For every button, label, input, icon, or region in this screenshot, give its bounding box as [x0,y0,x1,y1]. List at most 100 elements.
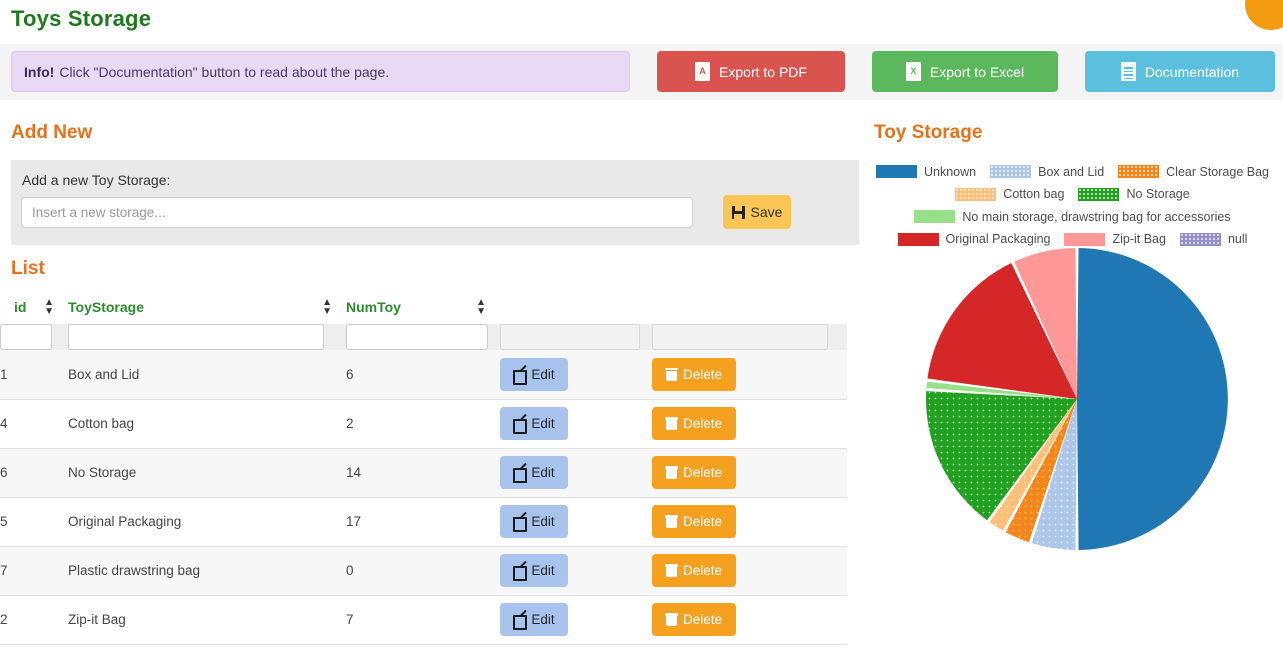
cell-edit: Edit [500,448,652,498]
cell-delete: Delete [652,399,847,449]
filter-input-delete [652,324,828,350]
sort-icon-numtoy[interactable]: ▲ ▼ [476,298,486,317]
table-filter-row [0,324,847,350]
pencil-icon [513,564,528,581]
legend-label: No Storage [1126,187,1190,202]
cell-id: 1 [0,350,68,400]
document-icon-lines [1123,67,1133,81]
corner-decoration-circle [1245,0,1283,30]
sort-icon-id[interactable]: ▲ ▼ [44,298,54,317]
export-to-excel-button[interactable]: X Export to Excel [872,51,1058,92]
legend-swatch [876,165,917,179]
filter-input-id[interactable] [0,324,52,350]
info-alert-text: Click "Documentation" button to read abo… [59,63,390,80]
trash-icon [664,466,678,479]
table-row: 6 No Storage 14 Edit Delete [0,448,847,498]
delete-button[interactable]: Delete [652,456,736,489]
filter-input-toystorage[interactable] [68,324,324,350]
chart-title: Toy Storage [874,122,983,143]
export-to-pdf-button[interactable]: A Export to PDF [657,51,845,92]
cell-toystorage: Original Packaging [68,497,346,547]
legend-item[interactable]: Cotton bag [955,183,1064,205]
col-header-id[interactable]: id ▲ ▼ [0,296,68,324]
edit-button[interactable]: Edit [500,603,568,636]
edit-button-label: Edit [531,366,555,382]
documentation-label: Documentation [1144,63,1240,80]
legend-label: No main storage, drawstring bag for acce… [962,209,1231,224]
cell-delete: Delete [652,595,847,645]
pencil-icon [513,417,528,434]
table-row: 2 Zip-it Bag 7 Edit Delete [0,595,847,645]
edit-button[interactable]: Edit [500,456,568,489]
cell-numtoy: 0 [346,546,500,596]
edit-button[interactable]: Edit [500,554,568,587]
delete-button-label: Delete [682,563,723,578]
legend-item[interactable]: Clear Storage Bag [1118,161,1269,183]
cell-numtoy: 14 [346,448,500,498]
info-alert: Info! Click "Documentation" button to re… [11,51,630,92]
col-header-toystorage[interactable]: ToyStorage ▲ ▼ [68,296,346,324]
cell-toystorage: No Storage [68,448,346,498]
cell-id: 4 [0,399,68,449]
legend-label: Clear Storage Bag [1166,164,1269,179]
add-new-field-label: Add a new Toy Storage: [22,172,171,188]
cell-id: 5 [0,497,68,547]
cell-numtoy: 2 [346,399,500,449]
edit-button[interactable]: Edit [500,505,568,538]
documentation-button[interactable]: Documentation [1085,51,1275,92]
cell-toystorage: Cotton bag [68,399,346,449]
edit-button-label: Edit [531,563,555,578]
table-header-row: id ▲ ▼ ToyStorage ▲ ▼ NumToy ▲ ▼ [0,296,847,324]
filter-cell-edit [500,324,652,350]
legend-item[interactable]: No main storage, drawstring bag for acce… [914,206,1231,228]
filter-cell-toystorage [68,324,346,350]
pie-chart-svg [926,248,1228,550]
chart-legend: Unknown Box and Lid Clear Storage Bag Cotto… [862,160,1283,250]
legend-swatch [1064,232,1106,246]
delete-button[interactable]: Delete [652,505,736,538]
table-head: id ▲ ▼ ToyStorage ▲ ▼ NumToy ▲ ▼ [0,296,847,324]
chart-panel: Toy Storage Unknown Box and Lid Clear Stor… [862,112,1283,669]
legend-item[interactable]: Unknown [876,161,976,183]
legend-swatch [914,210,956,224]
table-row: 5 Original Packaging 17 Edit Delete [0,497,847,547]
delete-button[interactable]: Delete [652,554,736,587]
edit-button-label: Edit [531,514,555,529]
pencil-icon [513,613,528,630]
trash-icon [664,417,678,430]
legend-row: Cotton bag No Storage [862,183,1283,206]
sort-icon-toystorage[interactable]: ▲ ▼ [322,298,332,317]
legend-item[interactable]: No Storage [1078,183,1190,205]
legend-item[interactable]: Box and Lid [990,161,1104,183]
cell-toystorage: Plastic drawstring bag [68,546,346,596]
table-body: 1 Box and Lid 6 Edit Delete 4 Cotton bag 2 Edit D… [0,324,847,645]
new-storage-input[interactable] [21,197,693,228]
cell-numtoy: 17 [346,497,500,547]
legend-row: Unknown Box and Lid Clear Storage Bag [862,160,1283,183]
cell-id: 6 [0,448,68,498]
delete-button-label: Delete [682,366,723,382]
pencil-icon [513,515,528,532]
pencil-icon [513,368,528,385]
legend-swatch [1179,232,1221,246]
legend-label: Box and Lid [1038,164,1105,179]
delete-button[interactable]: Delete [652,357,736,391]
save-button[interactable]: Save [723,195,791,229]
col-header-numtoy[interactable]: NumToy ▲ ▼ [346,296,500,324]
edit-button[interactable]: Edit [500,407,568,440]
filter-cell-delete [652,324,847,350]
cell-delete: Delete [652,350,847,400]
delete-button[interactable]: Delete [652,407,736,440]
edit-button[interactable]: Edit [500,357,568,391]
pdf-file-icon: A [695,62,711,81]
cell-toystorage: Box and Lid [68,350,346,400]
table-row: 4 Cotton bag 2 Edit Delete [0,399,847,449]
legend-swatch [897,232,939,246]
pie-slice[interactable] [1077,248,1228,550]
excel-file-icon-glyph: X [910,66,917,76]
add-new-heading: Add New [11,122,93,143]
filter-input-numtoy[interactable] [346,324,488,350]
pie-slices [926,248,1228,550]
delete-button[interactable]: Delete [652,603,736,636]
excel-file-icon: X [905,62,921,81]
